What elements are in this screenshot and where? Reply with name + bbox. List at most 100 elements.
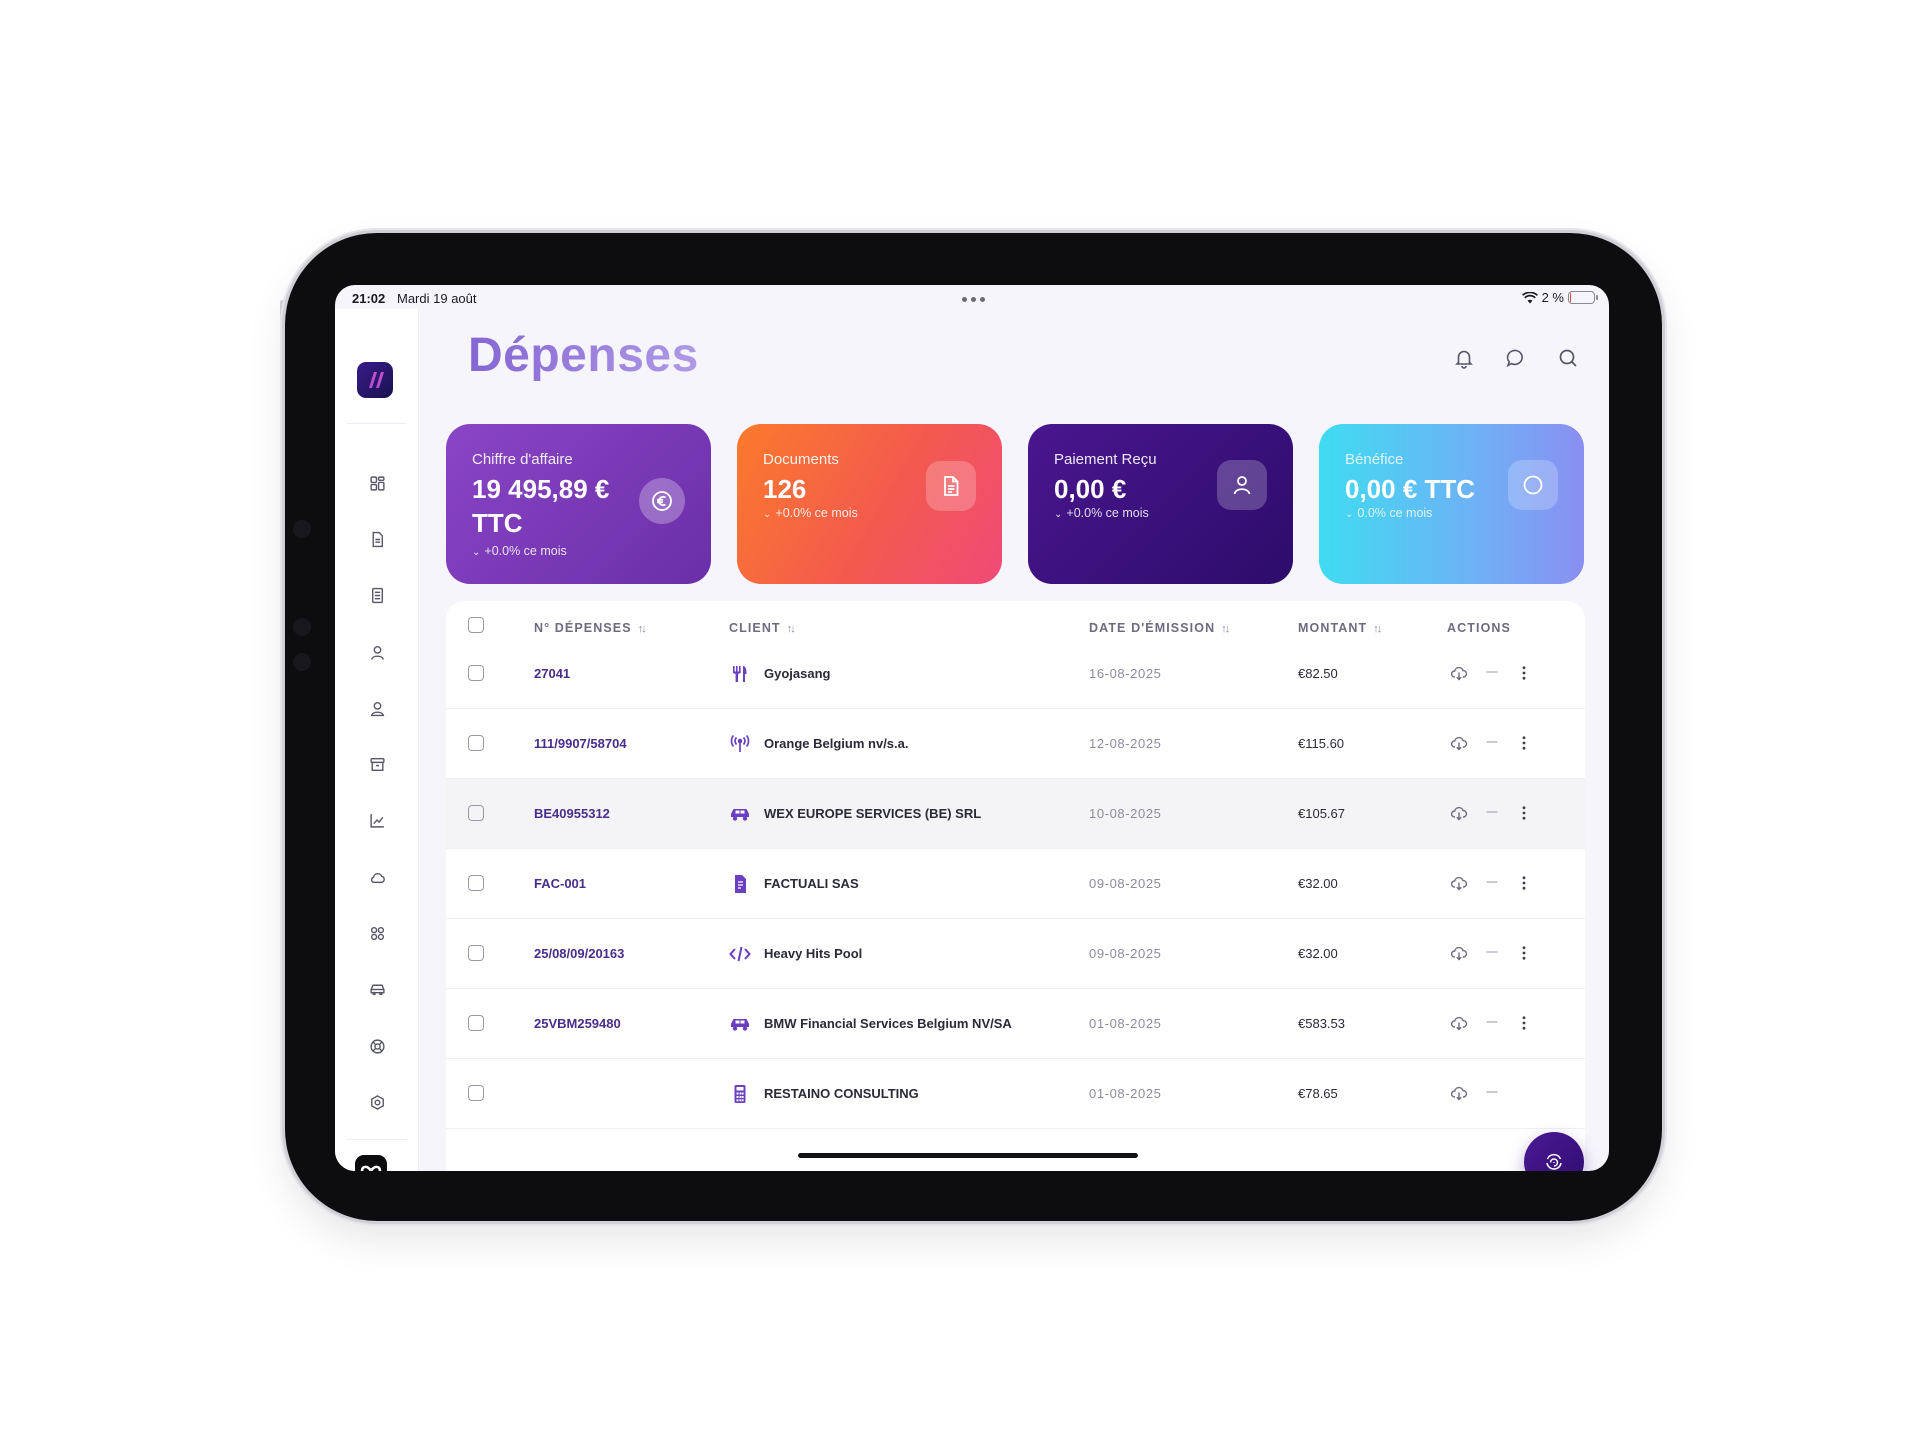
table-row[interactable]: 25/08/09/20163 Heavy Hits Pool 09-08-202… — [446, 919, 1585, 989]
column-label: N° DÉPENSES — [534, 621, 632, 635]
notifications-button[interactable] — [1453, 347, 1475, 369]
table-row[interactable]: 27041 Gyojasang 16-08-2025 €82.50 — [446, 639, 1585, 709]
kpi-card-payments[interactable]: Paiement Reçu 0,00 € ⌄ +0.0% ce mois — [1028, 424, 1293, 584]
emission-date: 10-08-2025 — [1089, 806, 1162, 821]
sidebar-item-suppliers[interactable] — [335, 680, 419, 736]
sort-icon: ↑↓ — [1221, 623, 1230, 635]
download-button[interactable] — [1447, 731, 1471, 755]
more-actions-button[interactable] — [1512, 731, 1536, 755]
search-button[interactable] — [1557, 347, 1579, 369]
emission-date: 16-08-2025 — [1089, 666, 1162, 681]
table-row[interactable]: FAC-001 FACTUALI SAS 09-08-2025 €32.00 — [446, 849, 1585, 919]
dash-button[interactable] — [1480, 1011, 1504, 1035]
infinity-icon — [360, 1165, 382, 1171]
minus-icon — [1486, 951, 1498, 953]
download-button[interactable] — [1447, 1011, 1471, 1035]
sort-icon: ↑↓ — [786, 623, 796, 635]
car-icon — [729, 1014, 751, 1034]
dash-button[interactable] — [1480, 1081, 1504, 1105]
battery-percent: 2 % — [1541, 290, 1564, 305]
minus-icon — [1486, 811, 1498, 813]
more-actions-button[interactable] — [1512, 661, 1536, 685]
more-actions-button[interactable] — [1512, 801, 1536, 825]
sidebar-item-invoices[interactable] — [335, 568, 419, 624]
minus-icon — [1486, 881, 1498, 883]
table-row[interactable]: BE40955312 WEX EUROPE SERVICES (BE) SRL … — [446, 779, 1585, 849]
more-actions-button[interactable] — [1512, 941, 1536, 965]
chevron-down-icon: ⌄ — [472, 547, 481, 558]
table-row[interactable]: 25VBM259480 BMW Financial Services Belgi… — [446, 989, 1585, 1059]
column-amount[interactable]: MONTANT ↑↓ — [1298, 621, 1382, 635]
client-name: Gyojasang — [764, 666, 831, 681]
multitask-dots-icon[interactable] — [962, 297, 985, 302]
expense-number[interactable]: 25VBM259480 — [534, 1016, 621, 1031]
sidebar-item-help[interactable] — [335, 1018, 419, 1074]
column-date[interactable]: DATE D'ÉMISSION ↑↓ — [1089, 621, 1230, 635]
row-checkbox[interactable] — [468, 735, 484, 751]
row-checkbox[interactable] — [468, 1015, 484, 1031]
kpi-card-profit[interactable]: Bénéfice 0,00 € TTC ⌄ 0.0% ce mois — [1319, 424, 1584, 584]
sidebar-item-clients[interactable] — [335, 624, 419, 680]
expense-number[interactable]: 27041 — [534, 666, 570, 681]
dash-button[interactable] — [1480, 801, 1504, 825]
more-actions-button[interactable] — [1512, 871, 1536, 895]
sidebar-item-settings[interactable] — [335, 1074, 419, 1130]
camera-dot — [293, 618, 311, 636]
row-checkbox[interactable] — [468, 1085, 484, 1101]
kpi-value: 19 495,89 € TTC — [472, 474, 610, 538]
row-checkbox[interactable] — [468, 875, 484, 891]
more-actions-button[interactable] — [1512, 1011, 1536, 1035]
amount: €115.60 — [1298, 736, 1345, 751]
kpi-card-revenue[interactable]: Chiffre d'affaire 19 495,89 € TTC ⌄ +0.0%… — [446, 424, 711, 584]
dash-button[interactable] — [1480, 871, 1504, 895]
dash-button[interactable] — [1480, 661, 1504, 685]
client-name: RESTAINO CONSULTING — [764, 1086, 919, 1101]
download-button[interactable] — [1447, 661, 1471, 685]
sidebar-item-documents[interactable] — [335, 511, 419, 567]
download-button[interactable] — [1447, 801, 1471, 825]
sort-icon: ↑↓ — [637, 623, 647, 635]
expense-number[interactable]: BE40955312 — [534, 806, 610, 821]
sidebar-item-vehicles[interactable] — [335, 962, 419, 1018]
search-icon — [1559, 349, 1577, 367]
sidebar-item-statistics[interactable] — [335, 793, 419, 849]
download-button[interactable] — [1447, 1081, 1471, 1105]
download-button[interactable] — [1447, 871, 1471, 895]
expense-number[interactable]: 25/08/09/20163 — [534, 946, 624, 961]
row-checkbox[interactable] — [468, 805, 484, 821]
home-indicator[interactable] — [798, 1153, 1138, 1158]
help-icon — [369, 1039, 385, 1054]
messages-button[interactable] — [1505, 347, 1527, 369]
sidebar-item-apps[interactable] — [335, 905, 419, 961]
app-logo[interactable] — [357, 362, 393, 398]
list-document-icon — [371, 588, 383, 604]
client-name: BMW Financial Services Belgium NV/SA — [764, 1016, 1012, 1031]
amount: €32.00 — [1298, 946, 1338, 961]
select-all-checkbox[interactable] — [468, 617, 484, 633]
expense-number[interactable]: FAC-001 — [534, 876, 586, 891]
infinity-logo[interactable] — [355, 1155, 387, 1171]
sidebar-item-cloud[interactable] — [335, 849, 419, 905]
amount: €32.00 — [1298, 876, 1338, 891]
table-row[interactable]: RESTAINO CONSULTING 01-08-2025 €78.65 — [446, 1059, 1585, 1129]
bell-icon — [1455, 350, 1473, 369]
kpi-card-documents[interactable]: Documents 126 ⌄ +0.0% ce mois — [737, 424, 1002, 584]
column-label: ACTIONS — [1447, 621, 1511, 635]
grid-icon — [369, 476, 385, 491]
expense-number[interactable]: 111/9907/58704 — [534, 736, 627, 751]
table-row[interactable]: 111/9907/58704 Orange Belgium nv/s.a. 12… — [446, 709, 1585, 779]
chevron-down-icon: ⌄ — [763, 509, 772, 520]
row-checkbox[interactable] — [468, 945, 484, 961]
sidebar-item-dashboard[interactable] — [335, 455, 419, 511]
sidebar-divider — [347, 423, 407, 424]
download-button[interactable] — [1447, 941, 1471, 965]
dash-button[interactable] — [1480, 731, 1504, 755]
column-number[interactable]: N° DÉPENSES ↑↓ — [534, 621, 647, 635]
sidebar-item-archive[interactable] — [335, 736, 419, 792]
row-checkbox[interactable] — [468, 665, 484, 681]
minus-icon — [1486, 1021, 1498, 1023]
chart-icon — [369, 814, 384, 828]
car-icon — [369, 984, 385, 996]
column-client[interactable]: CLIENT ↑↓ — [729, 621, 796, 635]
dash-button[interactable] — [1480, 941, 1504, 965]
